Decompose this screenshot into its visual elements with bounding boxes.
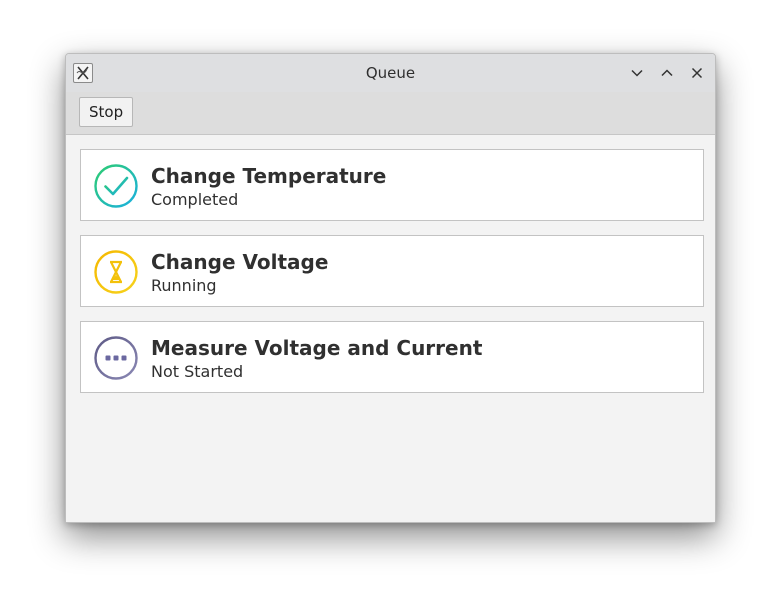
queue-window: Queue Stop Change Temperature Completed … [65,53,716,523]
task-item-change-voltage[interactable]: Change Voltage Running [80,235,704,307]
maximize-button[interactable] [657,63,677,83]
hourglass-circle-icon [94,250,138,294]
toolbar: Stop [66,92,715,135]
task-name: Change Voltage [151,250,329,274]
task-status: Not Started [151,362,244,381]
chevron-down-icon [631,69,643,77]
window-title: Queue [365,64,416,82]
task-item-change-temperature[interactable]: Change Temperature Completed [80,149,704,221]
task-status: Running [151,276,217,295]
close-button[interactable] [687,63,707,83]
task-status: Completed [151,190,239,209]
title-bar[interactable]: Queue [66,54,715,92]
task-name: Measure Voltage and Current [151,336,483,360]
stop-button[interactable]: Stop [79,97,134,127]
ellipsis-circle-icon [94,336,138,380]
window-controls [627,63,707,83]
task-name: Change Temperature [151,164,387,188]
chevron-up-icon [661,69,673,77]
task-item-measure-voltage-and-current[interactable]: Measure Voltage and Current Not Started [80,321,704,393]
close-icon [691,67,703,79]
check-circle-icon [94,164,138,208]
task-list: Change Temperature Completed Change Volt… [66,135,715,393]
minimize-button[interactable] [627,63,647,83]
